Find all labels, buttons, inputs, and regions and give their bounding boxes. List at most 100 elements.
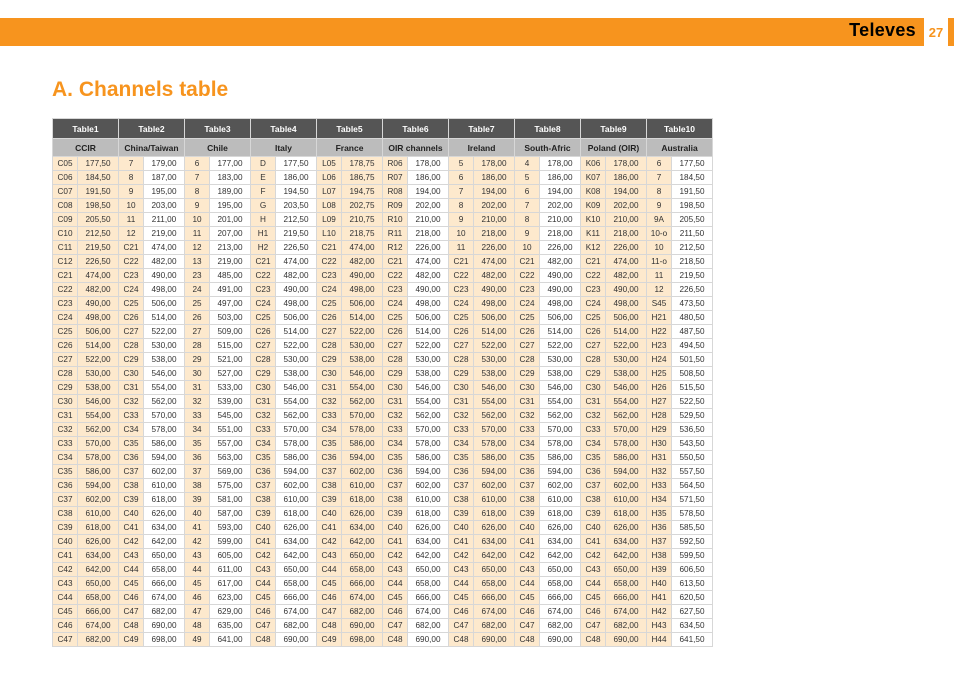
table-cell: C36 (119, 451, 144, 465)
table-cell: 6 (515, 185, 540, 199)
table-cell: C30 (317, 367, 342, 381)
table-row: C40626,00C42642,0042599,00C41634,00C4264… (53, 535, 713, 549)
table-cell: 226,00 (540, 241, 581, 255)
table-row: C21474,00C23490,0023485,00C22482,00C2349… (53, 269, 713, 283)
table-cell: C07 (53, 185, 78, 199)
table-cell: 594,00 (78, 479, 119, 493)
table-cell: C40 (383, 521, 408, 535)
table-cell: C21 (449, 255, 474, 269)
table-cell: 642,00 (606, 549, 647, 563)
table-cell: K10 (581, 213, 606, 227)
table-cell: R09 (383, 199, 408, 213)
table-cell: 602,00 (408, 479, 449, 493)
table-cell: C44 (53, 591, 78, 605)
table-cell: C34 (383, 437, 408, 451)
table-group-header: Table3 (185, 119, 251, 139)
table-cell: C38 (581, 493, 606, 507)
table-cell: C45 (515, 591, 540, 605)
table-cell: C23 (317, 269, 342, 283)
table-cell: H22 (647, 325, 672, 339)
table-cell: C27 (251, 339, 276, 353)
table-cell: 530,00 (144, 339, 185, 353)
table-cell: 570,00 (408, 423, 449, 437)
table-cell: 594,00 (474, 465, 515, 479)
table-cell: C43 (317, 549, 342, 563)
table-cell: 682,00 (144, 605, 185, 619)
table-cell: C34 (581, 437, 606, 451)
table-row: C33570,00C35586,0035557,00C34578,00C3558… (53, 437, 713, 451)
table-cell: C36 (317, 451, 342, 465)
channels-table: Table1Table2Table3Table4Table5Table6Tabl… (52, 118, 922, 647)
table-cell: 690,00 (474, 633, 515, 647)
table-cell: C28 (515, 353, 540, 367)
table-cell: 482,00 (342, 255, 383, 269)
table-cell: 203,50 (276, 199, 317, 213)
table-sub-header: Ireland (449, 139, 515, 157)
table-cell: 530,00 (474, 353, 515, 367)
table-cell: C27 (581, 339, 606, 353)
table-cell: C38 (383, 493, 408, 507)
table-cell: 7 (515, 199, 540, 213)
table-cell: L06 (317, 171, 342, 185)
table-cell: 538,00 (276, 367, 317, 381)
table-cell: 599,00 (210, 535, 251, 549)
table-cell: 202,00 (606, 199, 647, 213)
table-row: C30546,00C32562,0032539,00C31554,00C3256… (53, 395, 713, 409)
table-cell: 10 (647, 241, 672, 255)
table-cell: 37 (185, 465, 210, 479)
table-cell: 618,00 (276, 507, 317, 521)
table-cell: 690,00 (276, 633, 317, 647)
table-cell: D (251, 157, 276, 171)
table-cell: C27 (119, 325, 144, 339)
table-cell: C22 (449, 269, 474, 283)
table-cell: 508,50 (672, 367, 713, 381)
table-cell: 202,75 (342, 199, 383, 213)
table-cell: 514,00 (78, 339, 119, 353)
table-cell: C26 (449, 325, 474, 339)
table-cell: 634,50 (672, 619, 713, 633)
table-cell: 634,00 (540, 535, 581, 549)
table-cell: 198,50 (672, 199, 713, 213)
table-cell: 571,50 (672, 493, 713, 507)
table-cell: C29 (53, 381, 78, 395)
table-cell: 522,00 (78, 353, 119, 367)
table-row: C25506,00C27522,0027509,00C26514,00C2752… (53, 325, 713, 339)
table-cell: C47 (449, 619, 474, 633)
table-cell: 482,00 (144, 255, 185, 269)
table-cell: C35 (317, 437, 342, 451)
table-row: C08198,5010203,009195,00G203,50L08202,75… (53, 199, 713, 213)
table-cell: C41 (515, 535, 540, 549)
table-cell: 39 (185, 493, 210, 507)
table-cell: 623,00 (210, 591, 251, 605)
table-row: C22482,00C24498,0024491,00C23490,00C2449… (53, 283, 713, 297)
table-cell: C32 (251, 409, 276, 423)
table-cell: 44 (185, 563, 210, 577)
table-cell: C21 (119, 241, 144, 255)
table-cell: C22 (581, 269, 606, 283)
table-cell: 530,00 (408, 353, 449, 367)
table-cell: C24 (449, 297, 474, 311)
table-cell: 494,50 (672, 339, 713, 353)
table-cell: 177,00 (210, 157, 251, 171)
table-cell: 570,00 (78, 437, 119, 451)
table-cell: 562,00 (606, 409, 647, 423)
table-cell: 658,00 (276, 577, 317, 591)
table-cell: C39 (53, 521, 78, 535)
table-cell: 515,00 (210, 339, 251, 353)
table-cell: 629,00 (210, 605, 251, 619)
table-cell: C45 (251, 591, 276, 605)
table-cell: C48 (515, 633, 540, 647)
table-cell: C33 (383, 423, 408, 437)
table-cell: C34 (119, 423, 144, 437)
table-cell: 586,00 (408, 451, 449, 465)
table-cell: C30 (119, 367, 144, 381)
table-cell: 30 (185, 367, 210, 381)
table-cell: 506,00 (342, 297, 383, 311)
table-cell: C27 (317, 325, 342, 339)
table-cell: 498,00 (342, 283, 383, 297)
table-cell: 674,00 (540, 605, 581, 619)
table-cell: 218,00 (540, 227, 581, 241)
table-cell: 539,00 (210, 395, 251, 409)
table-cell: 554,00 (276, 395, 317, 409)
table-cell: 610,00 (342, 479, 383, 493)
